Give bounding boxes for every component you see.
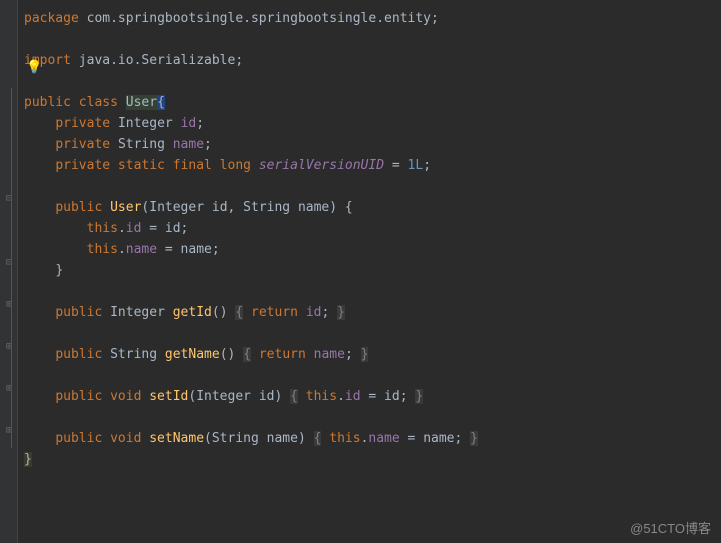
return: return bbox=[251, 347, 314, 362]
assignment: = id; bbox=[141, 221, 188, 236]
method: getName bbox=[165, 347, 220, 362]
closing-brace: } bbox=[24, 452, 32, 467]
method: getId bbox=[173, 305, 212, 320]
dot: . bbox=[118, 221, 126, 236]
package-path: com.springbootsingle.springbootsingle.en… bbox=[79, 11, 439, 26]
watermark: @51CTO博客 bbox=[630, 518, 711, 537]
method: setId bbox=[149, 389, 188, 404]
punct: ; bbox=[196, 116, 204, 131]
sig: (String name) bbox=[204, 431, 314, 446]
dot: . bbox=[118, 242, 126, 257]
keyword: package bbox=[24, 11, 79, 26]
field: name bbox=[126, 242, 157, 257]
constructor: User bbox=[110, 200, 141, 215]
brace: } bbox=[361, 347, 369, 362]
code-area[interactable]: package com.springbootsingle.springboots… bbox=[18, 0, 721, 543]
type: Integer bbox=[118, 116, 181, 131]
brace: { bbox=[235, 305, 243, 320]
keyword: public void bbox=[55, 389, 149, 404]
eq: = bbox=[384, 158, 407, 173]
keyword: public class bbox=[24, 95, 126, 110]
this-keyword: this bbox=[87, 221, 118, 236]
field: name bbox=[173, 137, 204, 152]
brace: } bbox=[55, 263, 63, 278]
keyword: private bbox=[55, 116, 118, 131]
this-keyword: this bbox=[87, 242, 118, 257]
sig: (Integer id) bbox=[188, 389, 290, 404]
this-keyword: this bbox=[298, 389, 337, 404]
code-editor[interactable]: ⊟ ⊟ ⊞ ⊞ ⊞ ⊞ package com.springbootsingle… bbox=[0, 0, 721, 543]
field: name bbox=[368, 431, 399, 446]
brace: { bbox=[290, 389, 298, 404]
lightbulb-icon[interactable]: 💡 bbox=[26, 60, 42, 75]
brace: { bbox=[157, 95, 165, 110]
punct: ; bbox=[423, 158, 431, 173]
number: 1L bbox=[408, 158, 424, 173]
brace: } bbox=[337, 305, 345, 320]
end: ; bbox=[345, 347, 361, 362]
editor-gutter: ⊟ ⊟ ⊞ ⊞ ⊞ ⊞ bbox=[0, 0, 18, 543]
field: id bbox=[126, 221, 142, 236]
field: id bbox=[181, 116, 197, 131]
method: setName bbox=[149, 431, 204, 446]
field: id bbox=[306, 305, 322, 320]
field: id bbox=[345, 389, 361, 404]
dot: . bbox=[337, 389, 345, 404]
signature: (Integer id, String name) { bbox=[141, 200, 352, 215]
keyword: public bbox=[55, 347, 110, 362]
keyword: private bbox=[55, 137, 118, 152]
sig: () bbox=[220, 347, 243, 362]
field: name bbox=[314, 347, 345, 362]
keyword: private static final long bbox=[55, 158, 259, 173]
return: return bbox=[243, 305, 306, 320]
type: String bbox=[118, 137, 173, 152]
end: ; bbox=[321, 305, 337, 320]
sig: () bbox=[212, 305, 235, 320]
keyword: public bbox=[55, 305, 110, 320]
field: serialVersionUID bbox=[259, 158, 384, 173]
type: Integer bbox=[110, 305, 173, 320]
brace: { bbox=[243, 347, 251, 362]
punct: ; bbox=[204, 137, 212, 152]
keyword: public void bbox=[55, 431, 149, 446]
type: String bbox=[110, 347, 165, 362]
import-path: java.io.Serializable; bbox=[71, 53, 243, 68]
brace: } bbox=[470, 431, 478, 446]
brace: } bbox=[415, 389, 423, 404]
assignment: = id; bbox=[361, 389, 416, 404]
assignment: = name; bbox=[157, 242, 220, 257]
assignment: = name; bbox=[400, 431, 470, 446]
class-name: User bbox=[126, 95, 157, 110]
keyword: public bbox=[55, 200, 110, 215]
this-keyword: this bbox=[321, 431, 360, 446]
